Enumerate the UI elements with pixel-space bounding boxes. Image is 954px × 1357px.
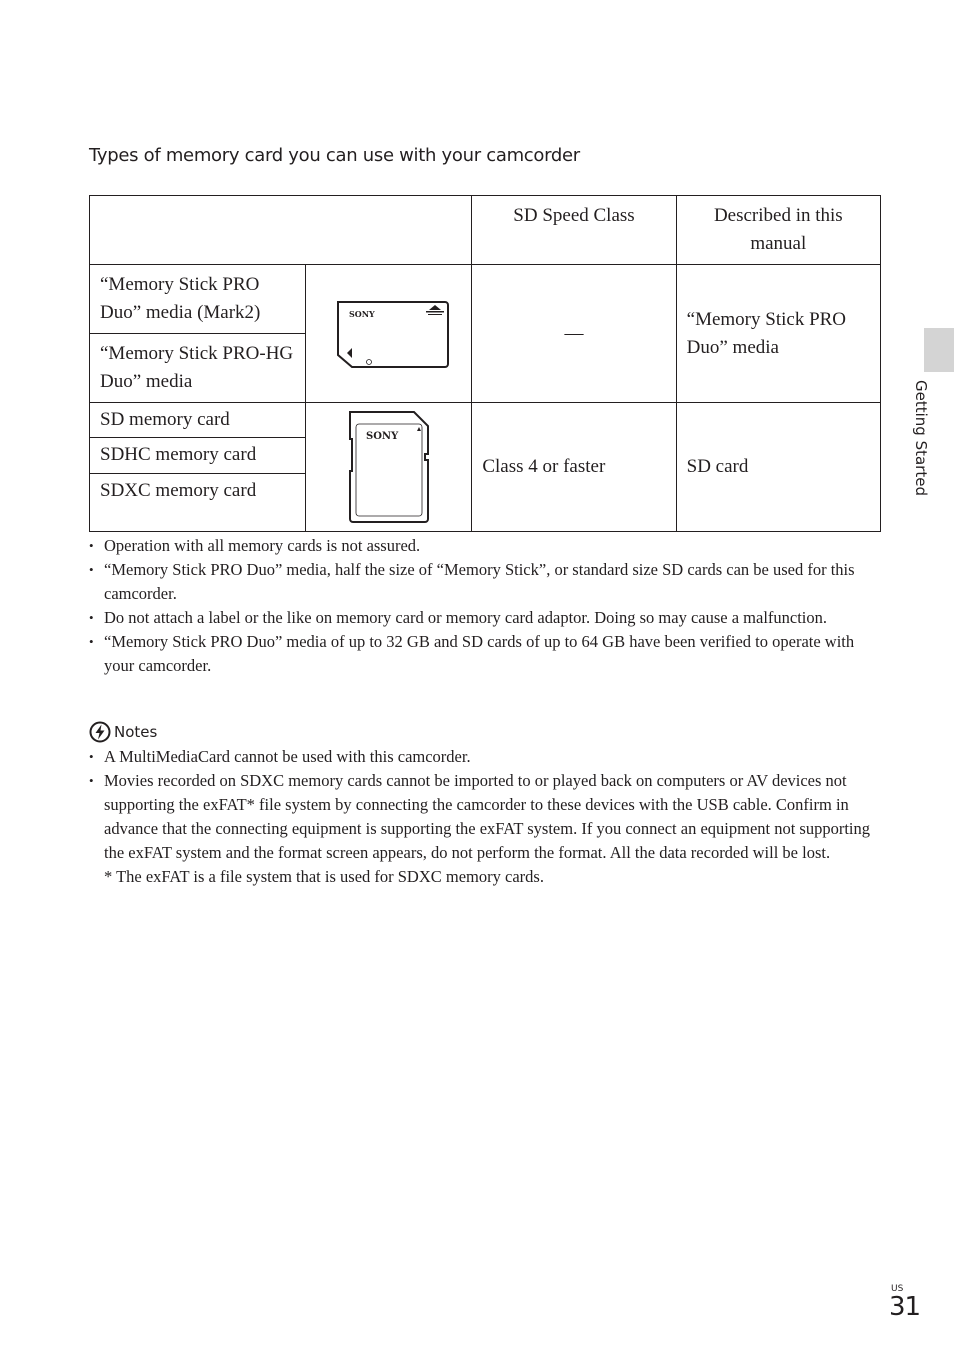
speed-class-cell: — <box>471 264 677 403</box>
sd-card-image-cell: SONY <box>305 402 473 532</box>
header-cell-empty <box>88 195 473 265</box>
card-type-cell: SD memory card <box>88 401 307 439</box>
table-row: “Memory Stick PRO Duo” media (Mark2) SON… <box>88 264 882 403</box>
bullet-item: “Memory Stick PRO Duo” media, half the s… <box>89 558 879 606</box>
notes-section: Notes A MultiMediaCard cannot be used wi… <box>89 720 879 889</box>
memory-stick-image-cell: SONY <box>305 264 473 403</box>
header-speed-class: SD Speed Class <box>471 195 677 265</box>
sony-logo: SONY <box>349 309 375 319</box>
sony-logo: SONY <box>366 431 399 442</box>
header-described: Described in this manual <box>675 195 882 265</box>
footnote: * The exFAT is a file system that is use… <box>104 867 544 886</box>
notes-title: Notes <box>114 723 158 741</box>
table-row: SD memory card SONY Class 4 or faster SD… <box>88 401 882 532</box>
speed-class-cell: Class 4 or faster <box>471 402 677 532</box>
described-cell: “Memory Stick PRO Duo” media <box>675 264 882 403</box>
notes-warning-icon <box>89 721 111 743</box>
sd-card-icon: SONY <box>348 411 429 523</box>
notes-header: Notes <box>89 720 879 744</box>
side-section-label: Getting Started <box>912 380 930 496</box>
section-heading: Types of memory card you can use with yo… <box>89 145 580 166</box>
bullet-list: Operation with all memory cards is not a… <box>89 534 879 678</box>
described-cell: SD card <box>675 402 882 532</box>
card-type-cell: SDHC memory card <box>88 437 307 474</box>
bullet-item: Do not attach a label or the like on mem… <box>89 606 879 630</box>
card-type-cell: SDXC memory card <box>88 472 307 533</box>
section-tab-marker <box>924 328 954 372</box>
bullet-item: “Memory Stick PRO Duo” media of up to 32… <box>89 630 879 678</box>
note-item: A MultiMediaCard cannot be used with thi… <box>89 745 879 769</box>
bullet-item: Operation with all memory cards is not a… <box>89 534 879 558</box>
memory-card-table: SD Speed Class Described in this manual … <box>88 195 882 533</box>
table-header-row: SD Speed Class Described in this manual <box>88 195 882 265</box>
card-type-cell: “Memory Stick PRO Duo” media (Mark2) <box>88 264 307 334</box>
memory-stick-pro-duo-icon: SONY <box>336 300 449 368</box>
note-item: Movies recorded on SDXC memory cards can… <box>89 769 879 865</box>
page-number: 31 <box>889 1292 921 1322</box>
card-type-cell: “Memory Stick PRO-HG Duo” media <box>88 333 307 403</box>
